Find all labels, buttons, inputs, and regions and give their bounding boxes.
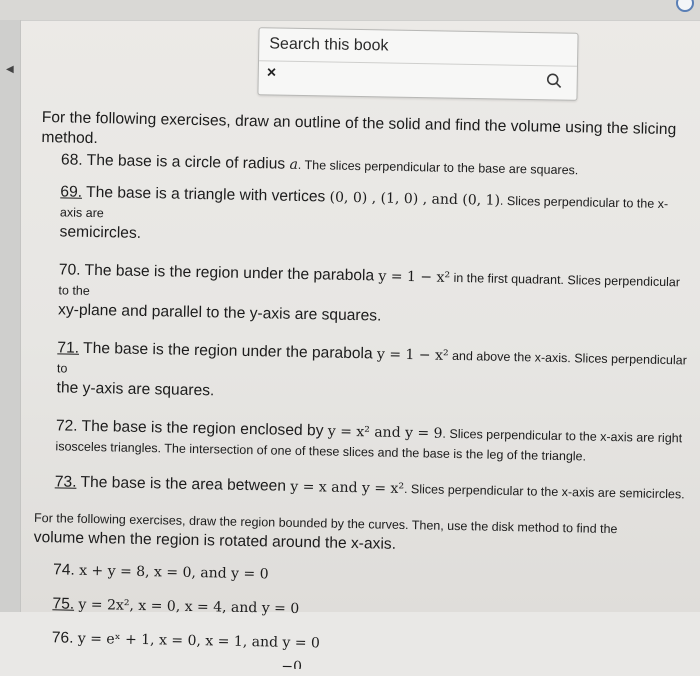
search-popup: Search this book ×: [257, 27, 579, 101]
exercise-math: y = x² and y = 9: [327, 423, 443, 442]
exercise-math: (0, 0) , (1, 0) , and (0, 1): [329, 189, 501, 209]
exercise-math: −0: [281, 658, 303, 676]
exercise-71: 71. The base is the region under the par…: [36, 338, 687, 410]
exercise-69: 69. The base is a triangle with vertices…: [39, 182, 690, 254]
exercise-number: 68.: [60, 151, 83, 169]
exercise-text: The base is the region enclosed by: [81, 417, 328, 440]
section-intro-disk: For the following exercises, draw the re…: [34, 508, 685, 560]
exercise-text: . Slices perpendicular to the x-axis are…: [403, 482, 685, 502]
exercise-math: y = 1 − x²: [378, 268, 451, 286]
exercise-text: semicircles.: [59, 223, 142, 242]
exercise-math: x + y = 8, x = 0, and y = 0: [78, 562, 269, 583]
exercise-text: . The slices perpendicular to the base a…: [297, 157, 579, 178]
chevron-left-icon[interactable]: ◀: [6, 64, 14, 75]
exercise-text: The base is the area between: [80, 473, 291, 495]
exercise-72: 72. The base is the region enclosed by y…: [35, 416, 686, 468]
exercise-75: 75. y = 2x², x = 0, x = 4, and y = 0: [32, 594, 682, 626]
search-icon[interactable]: [545, 71, 563, 89]
exercise-number-link[interactable]: 75.: [52, 595, 74, 612]
exercise-number-link[interactable]: 73.: [55, 473, 77, 490]
left-rail: ◀: [0, 20, 21, 612]
exercise-math: y = 1 − x²: [376, 346, 449, 364]
menu-icon[interactable]: [676, 0, 694, 12]
exercise-number: 76.: [51, 629, 74, 647]
exercise-number-link[interactable]: 69.: [60, 183, 82, 200]
exercise-74: 74. x + y = 8, x = 0, and y = 0: [33, 560, 683, 592]
exercise-text: The base is the region under the parabol…: [84, 261, 379, 285]
exercise-text: the y-axis are squares.: [56, 379, 215, 400]
exercise-math: y = x and y = x²: [290, 478, 405, 498]
exercise-list: For the following exercises, draw an out…: [31, 108, 692, 676]
exercise-number: 74.: [52, 561, 75, 579]
exercise-73: 73. The base is the area between y = x a…: [35, 472, 685, 504]
exercise-math: y = eˣ + 1, x = 0, x = 1, and y = 0: [77, 630, 321, 652]
exercise-math: a: [289, 156, 299, 173]
exercise-text: The base is the region under the parabol…: [82, 339, 378, 363]
exercise-number-link[interactable]: 71.: [57, 339, 79, 356]
exercise-text: xy-plane and parallel to the y-axis are …: [57, 301, 382, 325]
ebook-page: ◀ Search this book × For the following e…: [0, 0, 700, 675]
exercise-70: 70. The base is the region under the par…: [38, 260, 689, 332]
close-icon[interactable]: ×: [267, 64, 285, 82]
exercise-text: . Slices perpendicular to the x-axis are…: [442, 426, 683, 446]
search-input[interactable]: Search this book: [265, 30, 457, 61]
exercise-text: isosceles triangles. The intersection of…: [55, 439, 587, 464]
exercise-text: The base is a circle of radius: [86, 151, 290, 173]
exercise-number: 72.: [55, 417, 78, 435]
top-toolbar: [0, 0, 700, 21]
intro-text: For the following exercises, draw an out…: [41, 108, 677, 148]
divider: [259, 60, 577, 67]
exercise-number: 70.: [58, 261, 81, 279]
exercise-text: The base is a triangle with vertices: [85, 183, 330, 206]
exercise-math: y = 2x², x = 0, x = 4, and y = 0: [78, 596, 300, 618]
intro-text: volume when the region is rotated around…: [33, 528, 397, 553]
